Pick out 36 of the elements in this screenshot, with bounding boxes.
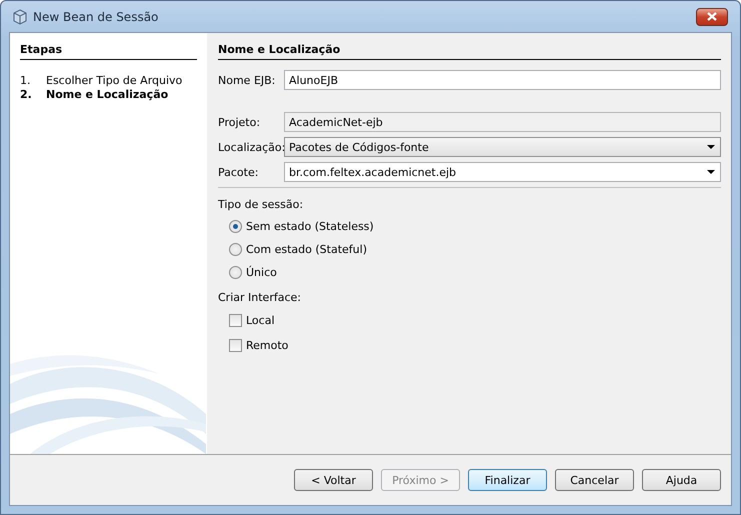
session-type-label: Tipo de sessão: <box>218 198 304 211</box>
checkbox-label: Remoto <box>246 339 288 352</box>
create-interface-label: Criar Interface: <box>218 291 302 304</box>
field-label: Nome EJB: <box>218 74 276 86</box>
checkbox[interactable] <box>229 314 242 327</box>
radio-label: Sem estado (Stateless) <box>246 220 374 233</box>
field-label: Pacote: <box>218 166 260 178</box>
step-label: Nome e Localização <box>46 88 168 102</box>
cube-icon <box>12 8 28 24</box>
panel-title: Nome e Localização <box>218 43 721 60</box>
dialog-button[interactable]: Cancelar <box>555 469 634 491</box>
step-number: 1. <box>20 74 32 88</box>
step-label: Escolher Tipo de Arquivo <box>46 74 182 88</box>
radio-label: Com estado (Stateful) <box>246 243 367 256</box>
radio-button[interactable] <box>229 220 242 233</box>
field-label: Localização: <box>218 140 284 154</box>
name-field[interactable]: AlunoEJB <box>284 70 721 90</box>
close-button[interactable] <box>696 8 728 26</box>
radio-button[interactable] <box>229 243 242 256</box>
caret-icon <box>707 170 715 174</box>
caret-icon <box>707 145 715 149</box>
location-dropdown[interactable]: Pacotes de Códigos-fonte <box>284 137 721 157</box>
window-title: New Bean de Sessão <box>33 10 158 24</box>
dialog-button[interactable]: Ajuda <box>642 469 721 491</box>
dialog-button[interactable]: Finalizar <box>468 469 547 491</box>
checkbox[interactable] <box>229 339 242 352</box>
package-combo[interactable]: br.com.feltex.academicnet.ejb <box>284 162 721 182</box>
radio-label: Único <box>246 266 277 279</box>
steps-title: Etapas <box>20 43 197 60</box>
field-label: Projeto: <box>218 116 262 128</box>
checkbox-label: Local <box>246 314 275 327</box>
dialog-button[interactable]: < Voltar <box>294 469 373 491</box>
radio-button[interactable] <box>229 266 242 279</box>
close-icon <box>707 12 717 21</box>
project-field: AcademicNet-ejb <box>284 112 721 132</box>
step-number: 2. <box>20 88 33 102</box>
